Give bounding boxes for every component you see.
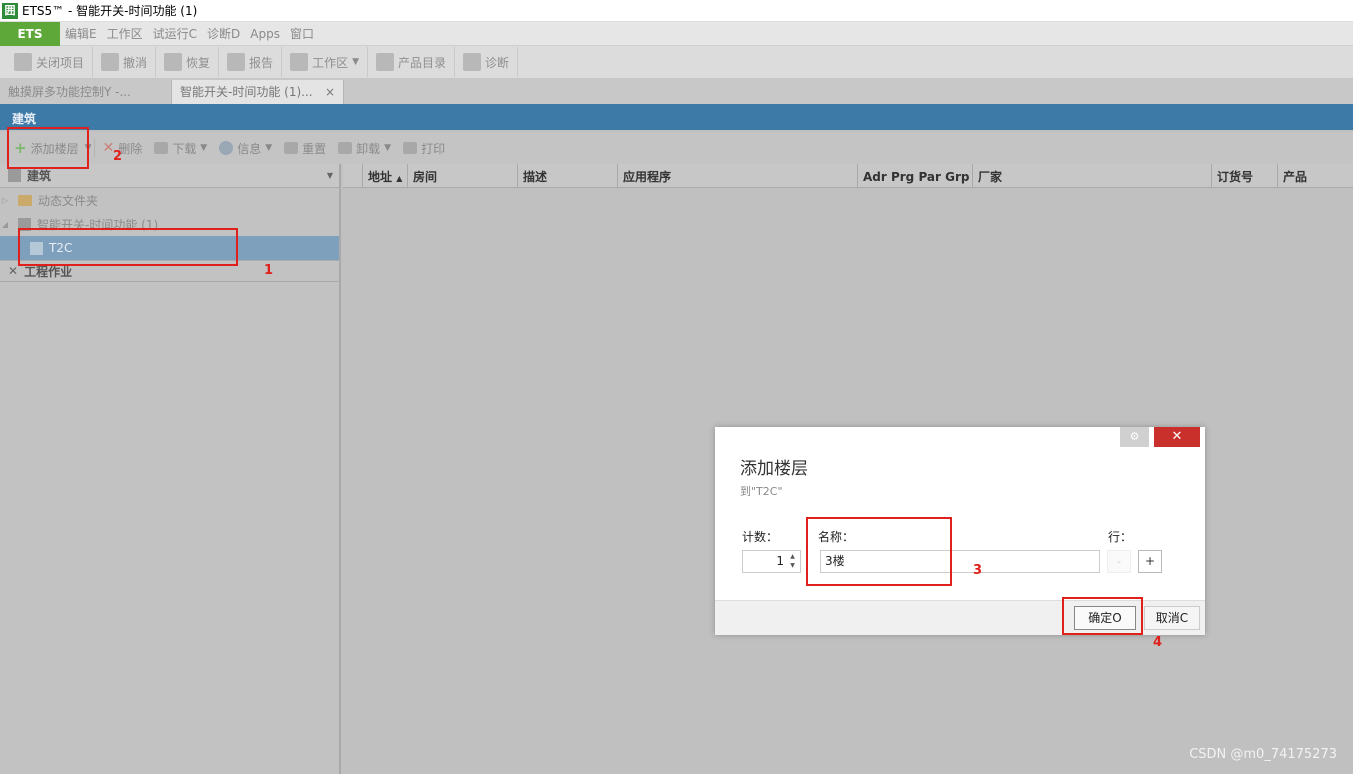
unload-icon	[338, 142, 353, 154]
annotation-box-4	[1062, 597, 1143, 635]
ets-menu-button[interactable]: ETS	[0, 21, 60, 46]
column-flags[interactable]: Adr Prg Par Grp Cfg	[858, 164, 973, 188]
delete-button[interactable]: ✕ 删除	[97, 133, 149, 163]
chevron-down-icon: ▼	[265, 143, 273, 153]
annotation-box-2	[7, 127, 89, 169]
grid-header: 地址 ▲ 房间 描述 应用程序 Adr Prg Par Grp Cfg 厂家 订…	[343, 164, 1353, 188]
spin-arrows-icon[interactable]: ▲ ▼	[788, 552, 797, 570]
info-button[interactable]: 信息 ▼	[213, 133, 278, 163]
info-icon	[219, 141, 234, 155]
unload-button[interactable]: 卸载 ▼	[332, 133, 397, 163]
print-button[interactable]: 打印	[397, 133, 451, 163]
tools-icon: ✕	[8, 264, 19, 278]
cancel-button[interactable]: 取消C	[1144, 606, 1200, 630]
menu-diagnostics[interactable]: 诊断D	[202, 22, 245, 46]
column-address[interactable]: 地址 ▲	[363, 164, 408, 188]
chevron-down-icon: ▼	[352, 57, 359, 67]
redo-icon	[164, 53, 183, 71]
dialog-subtitle: 到"T2C"	[740, 485, 783, 498]
menu-workspace[interactable]: 工作区	[102, 22, 148, 46]
reset-button[interactable]: 重置	[278, 133, 332, 163]
tree-item-dynamic-folder[interactable]: ▷ 动态文件夹	[0, 188, 339, 212]
expand-arrow-icon[interactable]: ▷	[0, 196, 10, 205]
close-project-icon	[14, 53, 32, 71]
column-room[interactable]: 房间	[408, 164, 518, 188]
dialog-title: 添加楼层	[740, 459, 808, 479]
remove-row-button[interactable]: -	[1107, 550, 1131, 573]
annotation-box-1	[18, 228, 238, 266]
main-toolbar: 关闭项目 撤消 恢复 报告 工作区 ▼ 产品目录 诊断	[0, 46, 1353, 79]
tab-touchscreen-project[interactable]: 触摸屏多功能控制Y -...	[0, 80, 172, 104]
diagnostics-icon	[463, 53, 482, 71]
gear-icon[interactable]: ⚙	[1120, 427, 1149, 447]
sort-asc-icon: ▲	[396, 174, 403, 183]
menu-apps[interactable]: Apps	[245, 22, 285, 46]
annotation-number-3: 3	[973, 563, 983, 578]
annotation-box-3	[806, 517, 952, 586]
building-icon	[8, 169, 21, 182]
column-description[interactable]: 描述	[518, 164, 618, 188]
undo-button[interactable]: 撤消	[93, 47, 157, 77]
diagnostics-button[interactable]: 诊断	[455, 47, 519, 77]
divider	[93, 139, 95, 157]
close-project-button[interactable]: 关闭项目	[6, 47, 94, 77]
annotation-number-1: 1	[264, 263, 274, 278]
download-icon	[154, 142, 169, 154]
chevron-down-icon: ▼	[384, 143, 392, 153]
count-value: 1	[776, 554, 784, 568]
reset-icon	[284, 142, 299, 154]
column-manufacturer[interactable]: 厂家	[973, 164, 1212, 188]
menu-window[interactable]: 窗口	[285, 22, 319, 46]
printer-icon	[403, 142, 418, 154]
building-toolbar: + 添加楼层 ▼ ✕ 删除 下载 ▼ 信息 ▼ 重置 卸载 ▼ 打印	[0, 132, 1353, 164]
collapse-arrow-icon[interactable]: ◢	[0, 220, 10, 229]
chevron-down-icon: ▼	[200, 143, 208, 153]
row-label: 行：	[1108, 530, 1133, 544]
redo-button[interactable]: 恢复	[156, 47, 220, 77]
menu-bar: ETS 编辑E 工作区 试运行C 诊断D Apps 窗口	[0, 21, 1353, 46]
count-label: 计数：	[742, 530, 779, 544]
report-button[interactable]: 报告	[219, 47, 283, 77]
menu-edit[interactable]: 编辑E	[60, 22, 102, 46]
column-order-number[interactable]: 订货号	[1212, 164, 1278, 188]
annotation-number-4: 4	[1153, 635, 1163, 650]
catalog-icon	[376, 53, 394, 71]
document-tabs: 触摸屏多功能控制Y -... 智能开关-时间功能 (1)... ×	[0, 79, 1353, 104]
menu-commissioning[interactable]: 试运行C	[148, 22, 202, 46]
panel-title: 建筑	[0, 104, 1353, 130]
undo-icon	[101, 53, 120, 71]
close-icon[interactable]: ×	[325, 80, 335, 104]
title-bar: 囲 ETS5™ - 智能开关-时间功能 (1)	[0, 0, 1353, 22]
annotation-number-2: 2	[113, 149, 123, 164]
printer-icon	[227, 53, 246, 71]
column-application[interactable]: 应用程序	[618, 164, 858, 188]
window-title: ETS5™ - 智能开关-时间功能 (1)	[22, 4, 198, 18]
close-icon[interactable]: ✕	[1154, 427, 1200, 447]
add-row-button[interactable]: +	[1138, 550, 1162, 573]
watermark: CSDN @m0_74175273	[1189, 747, 1337, 762]
download-button[interactable]: 下载 ▼	[148, 133, 213, 163]
workspace-icon	[290, 53, 309, 71]
column-product[interactable]: 产品	[1278, 164, 1353, 188]
catalog-button[interactable]: 产品目录	[368, 47, 456, 77]
workspace-button[interactable]: 工作区 ▼	[282, 47, 368, 77]
chevron-down-icon[interactable]: ▼	[327, 171, 333, 180]
tab-smart-switch-project[interactable]: 智能开关-时间功能 (1)... ×	[172, 80, 344, 104]
folder-icon	[18, 194, 32, 206]
app-icon: 囲	[2, 2, 18, 19]
count-stepper[interactable]: 1 ▲ ▼	[742, 550, 801, 573]
